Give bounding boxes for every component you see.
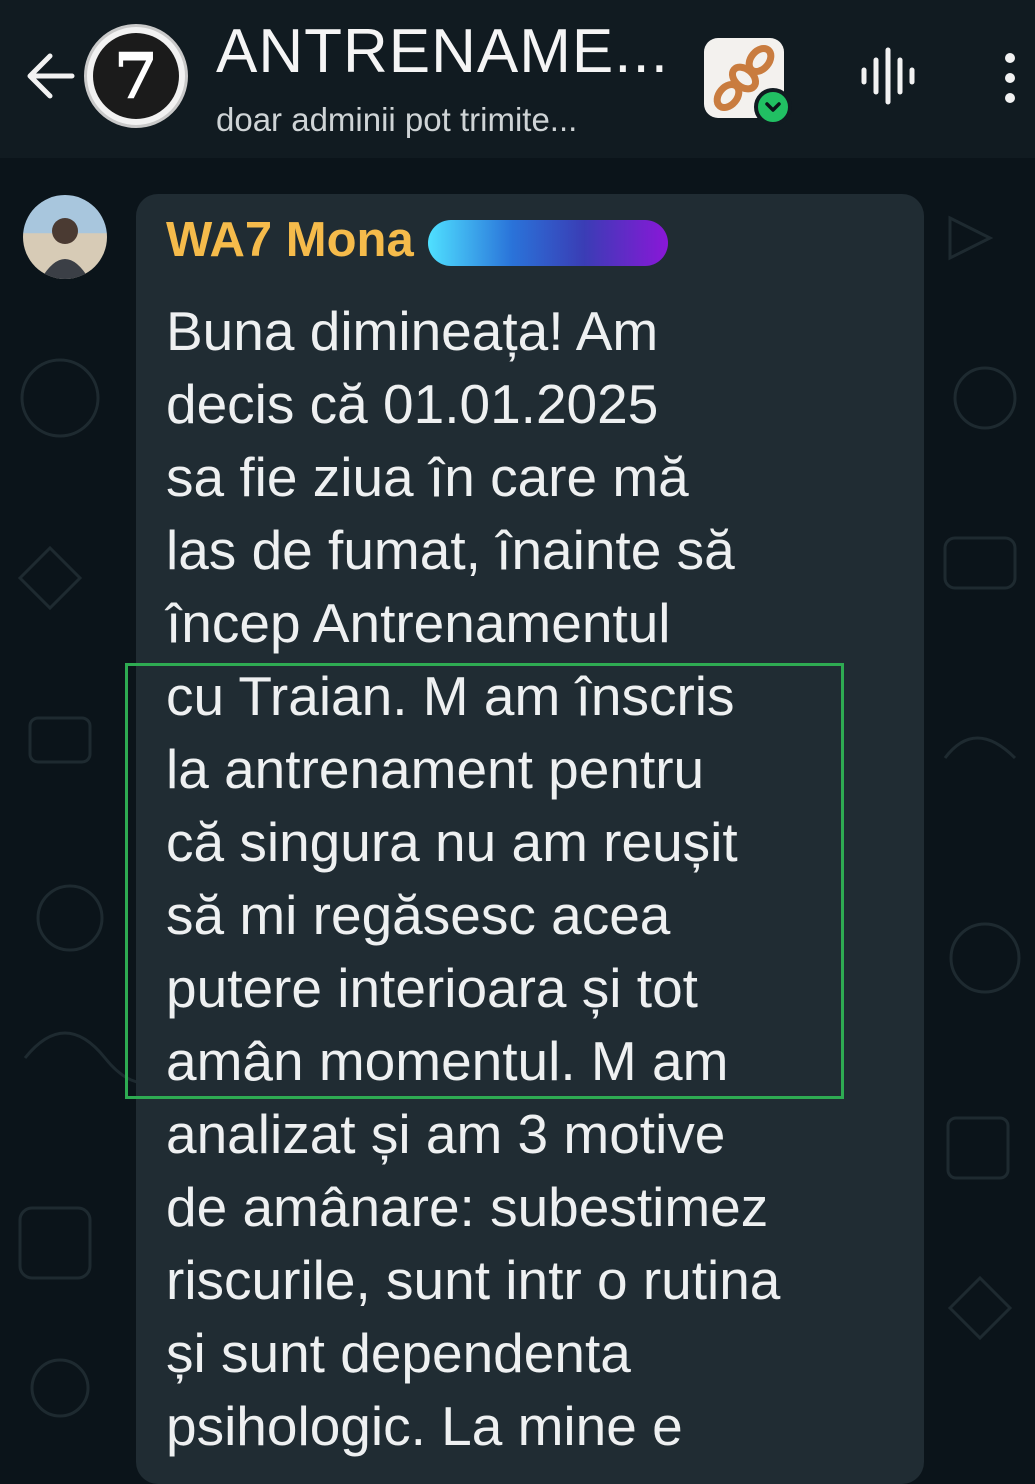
message-text-line: de amânare: subestimez [166,1176,769,1238]
message-text-line: riscurile, sunt intr o rutina [166,1249,781,1311]
community-badge [754,88,792,126]
sender-avatar[interactable] [23,195,107,279]
message-text-line: psihologic. La mine e [166,1395,683,1457]
arrow-left-icon [27,53,75,99]
chat-header: 7 ANTRENAME... doar adminii pot trimite.… [0,0,1035,158]
chat-subtitle[interactable]: doar adminii pot trimite... [216,101,696,139]
more-vertical-icon [1005,53,1015,103]
chat-title[interactable]: ANTRENAME... [216,16,676,87]
group-avatar-number: 7 [93,33,179,119]
message-text-line: las de fumat, înainte să [166,519,735,581]
chevron-down-icon [765,102,781,112]
message-text-line: analizat și am 3 motive [166,1103,726,1165]
redaction-overlay [428,220,668,266]
community-button[interactable] [704,38,792,126]
profile-photo-icon [41,218,89,279]
more-options-button[interactable] [996,48,1024,108]
message-text-line: decis că 01.01.2025 [166,373,659,435]
message-text-line: sa fie ziua în care mă [166,446,689,508]
voice-chat-button[interactable] [858,46,918,106]
group-avatar[interactable]: 7 [84,24,188,128]
message-text-line: și sunt dependenta [166,1322,631,1384]
back-button[interactable] [22,44,78,108]
voice-chat-icon [861,47,915,105]
message-text-line: Buna dimineața! Am [166,300,659,362]
message-sender-name[interactable]: WA7 Mona [166,212,414,268]
message-text-line: încep Antrenamentul [166,592,671,654]
highlight-box [125,663,844,1099]
